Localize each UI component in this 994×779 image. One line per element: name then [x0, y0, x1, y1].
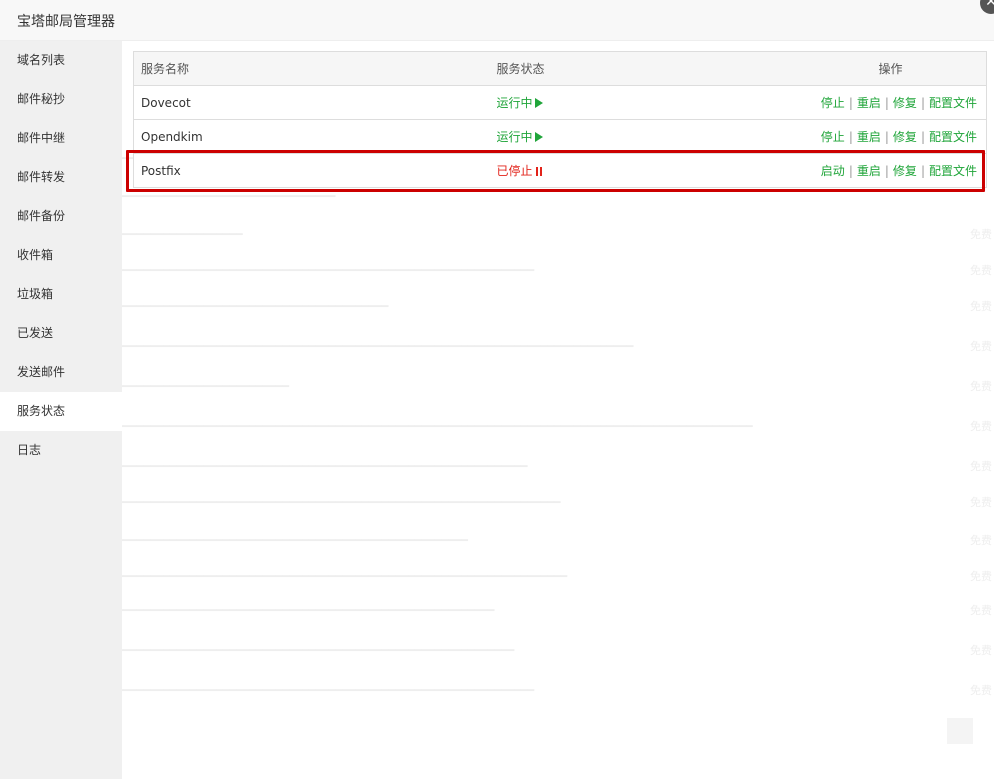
status-text: 运行中	[496, 96, 533, 110]
sidebar-item-mail-relay[interactable]: 邮件中继	[0, 119, 122, 158]
play-icon	[534, 98, 543, 108]
sidebar: 域名列表 邮件秘抄 邮件中继 邮件转发 邮件备份 收件箱 垃圾箱 已发送 发送邮…	[0, 41, 122, 779]
sidebar-item-send-mail[interactable]: 发送邮件	[0, 353, 122, 392]
mail-manager-dialog: 宝塔邮局管理器 ✕ 域名列表 邮件秘抄 邮件中继 邮件转发 邮件备份 收件箱 垃…	[0, 0, 994, 779]
sidebar-item-inbox[interactable]: 收件箱	[0, 236, 122, 275]
dialog-title: 宝塔邮局管理器	[17, 14, 115, 30]
column-header-actions: 操作	[796, 51, 987, 86]
sidebar-item-mail-bcc[interactable]: 邮件秘抄	[0, 80, 122, 119]
repair-button[interactable]: 修复	[893, 130, 917, 144]
column-header-service-name: 服务名称	[133, 51, 497, 86]
play-icon	[534, 132, 543, 142]
service-name: Opendkim	[133, 119, 497, 154]
dialog-titlebar: 宝塔邮局管理器	[0, 0, 994, 41]
sidebar-item-junk[interactable]: 垃圾箱	[0, 275, 122, 314]
config-file-button[interactable]: 配置文件	[929, 130, 977, 144]
separator: |	[920, 130, 925, 144]
table-header-row: 服务名称 服务状态 操作	[133, 51, 987, 86]
sidebar-item-service-status[interactable]: 服务状态	[0, 392, 122, 431]
table-row: Opendkim 运行中 停止 | 重启 | 修复 | 配置文件	[133, 119, 987, 154]
column-header-service-status: 服务状态	[496, 51, 797, 86]
stop-button[interactable]: 停止	[821, 130, 845, 144]
postfix-row-highlight	[126, 150, 985, 192]
service-status-running: 运行中	[496, 85, 797, 120]
sidebar-item-mail-backup[interactable]: 邮件备份	[0, 197, 122, 236]
service-status-running: 运行中	[496, 119, 797, 154]
stop-button[interactable]: 停止	[821, 96, 845, 110]
sidebar-item-mail-forward[interactable]: 邮件转发	[0, 158, 122, 197]
separator: |	[884, 130, 889, 144]
separator: |	[920, 96, 925, 110]
separator: |	[884, 96, 889, 110]
service-actions: 停止 | 重启 | 修复 | 配置文件	[796, 85, 987, 120]
repair-button[interactable]: 修复	[893, 96, 917, 110]
service-actions: 停止 | 重启 | 修复 | 配置文件	[796, 119, 987, 154]
sidebar-item-domain-list[interactable]: 域名列表	[0, 41, 122, 80]
separator: |	[848, 130, 853, 144]
separator: |	[848, 96, 853, 110]
service-name: Dovecot	[133, 85, 497, 120]
table-row: Dovecot 运行中 停止 | 重启 | 修复 | 配置文件	[133, 85, 987, 120]
config-file-button[interactable]: 配置文件	[929, 96, 977, 110]
status-text: 运行中	[496, 130, 533, 144]
restart-button[interactable]: 重启	[857, 130, 881, 144]
restart-button[interactable]: 重启	[857, 96, 881, 110]
sidebar-item-sent[interactable]: 已发送	[0, 314, 122, 353]
sidebar-item-logs[interactable]: 日志	[0, 431, 122, 470]
